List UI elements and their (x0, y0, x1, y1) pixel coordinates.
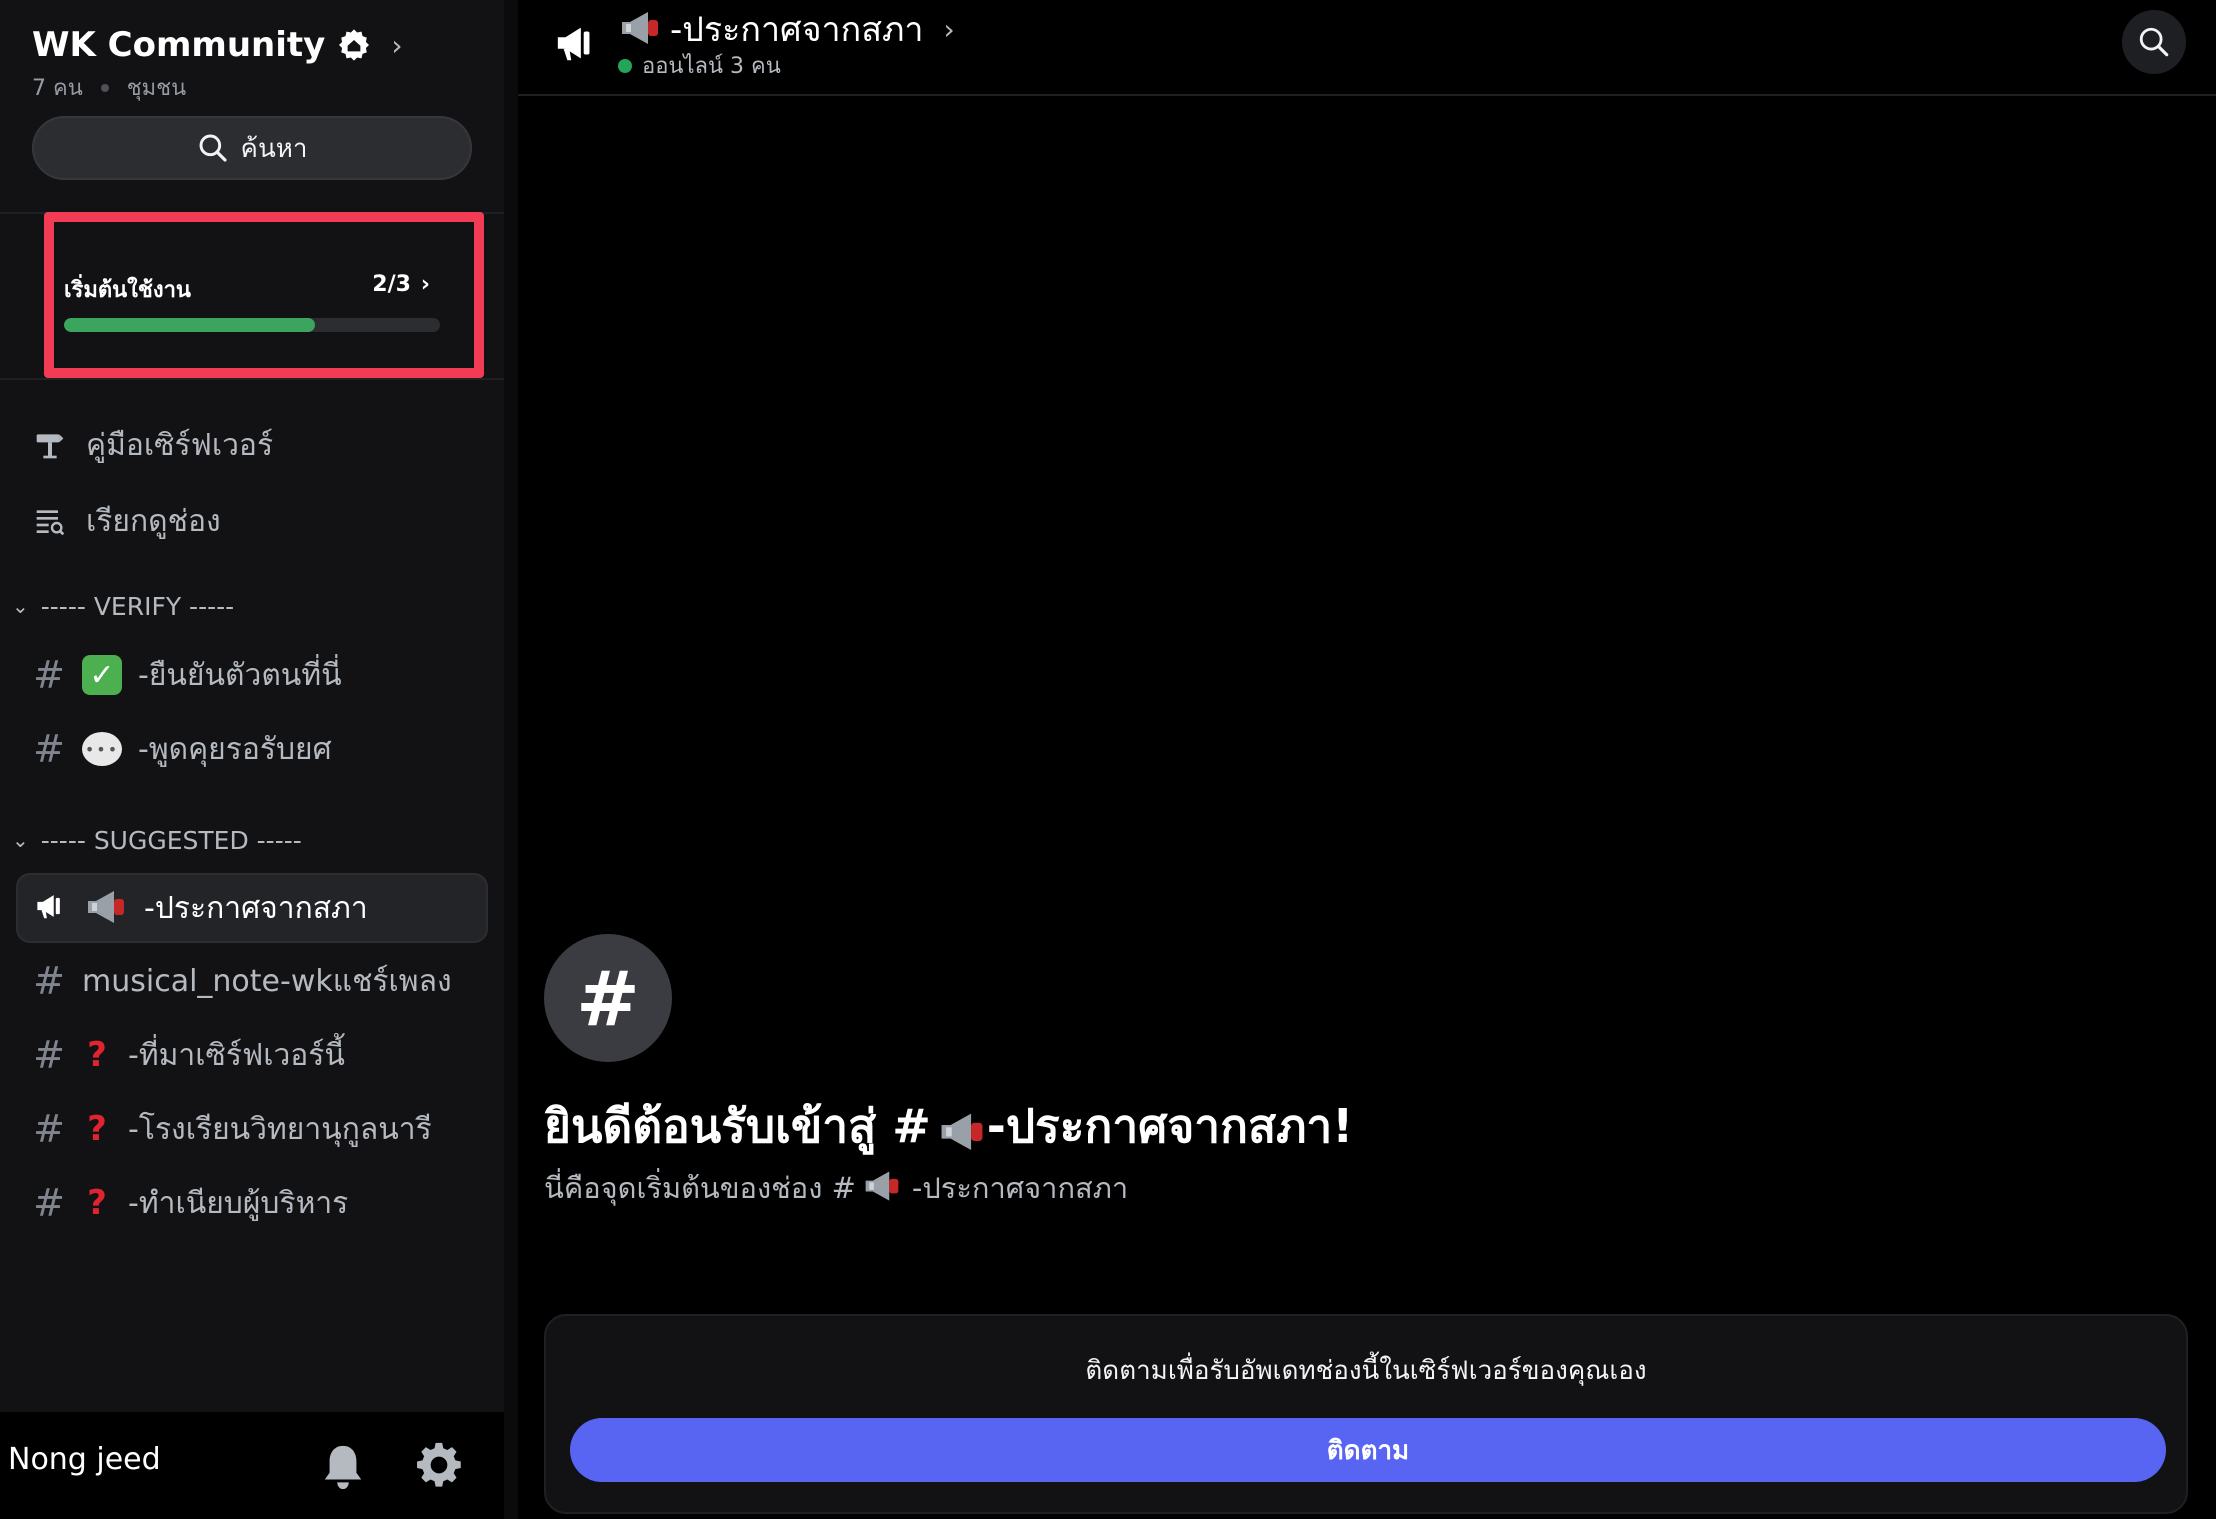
welcome-sub-prefix: นี่คือจุดเริ่มต้นของช่อง # (544, 1171, 856, 1205)
server-meta: 7 คน ชุมชน (32, 70, 186, 105)
hash-icon: # (33, 959, 65, 1003)
channel-label: -โรงเรียนวิทยานุกูลนารี (128, 1111, 432, 1147)
search-label: ค้นหา (240, 133, 308, 164)
channel-label: musical_note-wkแชร์เพลง (82, 963, 452, 999)
welcome-subtitle: นี่คือจุดเริ่มต้นของช่อง # -ประกาศจากสภา (544, 1165, 1128, 1211)
category-label: ----- VERIFY ----- (40, 591, 235, 621)
browse-channels-icon (32, 503, 68, 539)
megaphone-icon (84, 891, 128, 925)
onboarding-label: เริ่มต้นใช้งาน (64, 278, 191, 303)
announcement-icon (557, 27, 590, 61)
question-mark-icon: ? (87, 1109, 107, 1149)
onboarding-progress-fill (64, 318, 315, 332)
server-header[interactable]: WK Community › (32, 20, 403, 70)
channel-server-origin[interactable]: # ? -ที่มาเซิร์ฟเวอร์นี้ (16, 1020, 488, 1090)
hash-icon: # (33, 1107, 65, 1151)
server-search-button[interactable]: ค้นหา (32, 116, 472, 180)
channel-school[interactable]: # ? -โรงเรียนวิทยานุกูลนารี (16, 1094, 488, 1164)
channel-header: -ประกาศจากสภา › ออนไลน์ 3 คน (518, 0, 2216, 96)
question-mark-icon: ? (87, 1183, 107, 1223)
channel-music[interactable]: # musical_note-wkแชร์เพลง (16, 946, 488, 1016)
member-count: 7 คน (32, 76, 83, 101)
separator-dot (100, 83, 109, 92)
chevron-right-icon: › (420, 272, 430, 297)
channel-label: -ยืนยันตัวตนที่นี่ (138, 657, 342, 693)
welcome-title-prefix: ยินดีต้อนรับเข้าสู่ # (544, 1099, 931, 1153)
hash-icon: # (33, 653, 65, 697)
server-type: ชุมชน (126, 76, 187, 101)
category-suggested[interactable]: ⌄ ----- SUGGESTED ----- (12, 820, 302, 860)
welcome-title-suffix: -ประกาศจากสภา! (986, 1099, 1354, 1153)
question-mark-icon: ? (87, 1035, 107, 1075)
channel-label: -พูดคุยรอรับยศ (138, 731, 332, 767)
onboarding-count: 2/3 › (372, 272, 430, 297)
onboarding-progress-text: 2/3 (372, 272, 411, 297)
channel-label: -ทำเนียบผู้บริหาร (128, 1185, 349, 1221)
user-panel: Nong jeed (0, 1412, 504, 1519)
browse-channels-label: เรียกดูช่อง (86, 503, 221, 539)
server-guide-label: คู่มือเซิร์ฟเวอร์ (86, 427, 274, 463)
channel-sidebar: WK Community › 7 คน ชุมชน ค้นหา เริ่มต้น… (0, 0, 504, 1412)
welcome-sub-suffix: -ประกาศจากสภา (911, 1171, 1129, 1205)
hash-icon: # (33, 1033, 65, 1077)
divider (0, 378, 504, 380)
speech-bubble-icon: ••• (82, 732, 122, 766)
megaphone-icon (862, 1171, 906, 1205)
community-badge-icon (339, 29, 370, 61)
panel-divider (504, 0, 518, 1519)
chat-area: -ประกาศจากสภา › ออนไลน์ 3 คน # ยินดีต้อน… (518, 0, 2216, 1519)
onboarding-progress-bar (64, 318, 440, 332)
bell-icon[interactable] (320, 1442, 366, 1492)
onboarding-progress-card[interactable]: เริ่มต้นใช้งาน 2/3 › (44, 212, 484, 378)
search-icon (2139, 27, 2169, 57)
follow-button[interactable]: ติดตาม (570, 1418, 2166, 1482)
chevron-down-icon: ⌄ (12, 828, 29, 852)
category-label: ----- SUGGESTED ----- (40, 825, 302, 855)
channel-search-button[interactable] (2122, 10, 2186, 74)
channel-admins[interactable]: # ? -ทำเนียบผู้บริหาร (16, 1168, 488, 1238)
gear-icon[interactable] (414, 1440, 464, 1490)
channel-verify[interactable]: # ✓ -ยืนยันตัวตนที่นี่ (16, 640, 488, 710)
follow-channel-card: ติดตามเพื่อรับอัพเดทช่องนี้ในเซิร์ฟเวอร์… (544, 1314, 2188, 1514)
server-guide-link[interactable]: คู่มือเซิร์ฟเวอร์ (32, 420, 273, 470)
channel-waiting-role[interactable]: # ••• -พูดคุยรอรับยศ (16, 714, 488, 784)
chevron-right-icon: › (391, 28, 403, 62)
channel-label: -ประกาศจากสภา (144, 890, 368, 926)
online-dot-icon (618, 58, 632, 73)
chevron-down-icon: ⌄ (12, 594, 29, 618)
megaphone-icon (937, 1110, 983, 1150)
hash-icon: # (33, 727, 65, 771)
check-mark-icon: ✓ (82, 655, 122, 695)
hash-icon: # (33, 1181, 65, 1225)
chevron-right-icon: › (943, 12, 955, 46)
online-status: ออนไลน์ 3 คน (618, 48, 781, 83)
welcome-title: ยินดีต้อนรับเข้าสู่ # -ประกาศจากสภา! (544, 1090, 1353, 1163)
browse-channels-link[interactable]: เรียกดูช่อง (32, 496, 221, 546)
channel-label: -ที่มาเซิร์ฟเวอร์นี้ (128, 1037, 345, 1073)
channel-hash-avatar: # (544, 934, 672, 1062)
signpost-icon (32, 427, 68, 463)
channel-announcements[interactable]: -ประกาศจากสภา (16, 873, 488, 943)
search-icon (199, 134, 227, 162)
follow-description: ติดตามเพื่อรับอัพเดทช่องนี้ในเซิร์ฟเวอร์… (1085, 1356, 1647, 1386)
announcement-icon (34, 886, 68, 930)
online-count: ออนไลน์ 3 คน (642, 54, 781, 79)
megaphone-icon (618, 12, 662, 46)
user-name[interactable]: Nong jeed (8, 1442, 161, 1477)
discord-app: WK Community › 7 คน ชุมชน ค้นหา เริ่มต้น… (0, 0, 2216, 1519)
category-verify[interactable]: ⌄ ----- VERIFY ----- (12, 586, 234, 626)
server-name: WK Community (32, 25, 326, 65)
